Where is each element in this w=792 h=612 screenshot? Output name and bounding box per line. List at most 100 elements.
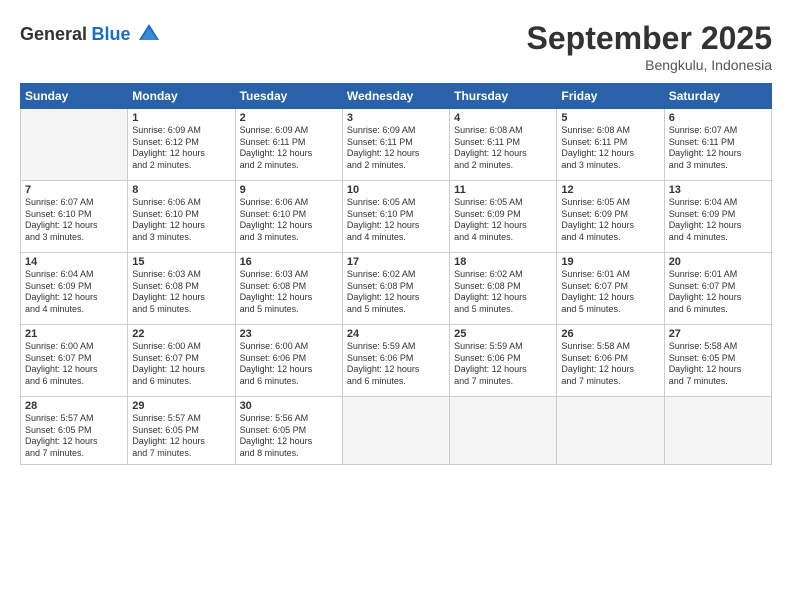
day-info: Sunrise: 6:04 AM Sunset: 6:09 PM Dayligh… (25, 269, 123, 316)
day-info: Sunrise: 6:07 AM Sunset: 6:10 PM Dayligh… (25, 197, 123, 244)
calendar-cell: 20Sunrise: 6:01 AM Sunset: 6:07 PM Dayli… (664, 253, 771, 325)
calendar-cell: 30Sunrise: 5:56 AM Sunset: 6:05 PM Dayli… (235, 397, 342, 465)
day-number: 1 (132, 112, 230, 124)
calendar-cell: 24Sunrise: 5:59 AM Sunset: 6:06 PM Dayli… (342, 325, 449, 397)
day-info: Sunrise: 6:05 AM Sunset: 6:09 PM Dayligh… (454, 197, 552, 244)
calendar-cell: 16Sunrise: 6:03 AM Sunset: 6:08 PM Dayli… (235, 253, 342, 325)
col-thursday: Thursday (450, 84, 557, 109)
calendar-cell: 19Sunrise: 6:01 AM Sunset: 6:07 PM Dayli… (557, 253, 664, 325)
day-info: Sunrise: 6:02 AM Sunset: 6:08 PM Dayligh… (454, 269, 552, 316)
day-number: 18 (454, 256, 552, 268)
day-info: Sunrise: 6:06 AM Sunset: 6:10 PM Dayligh… (132, 197, 230, 244)
day-number: 19 (561, 256, 659, 268)
calendar-cell: 11Sunrise: 6:05 AM Sunset: 6:09 PM Dayli… (450, 181, 557, 253)
week-row-5: 28 Sunrise: 5:57 AM Sunset: 6:05 PM Dayli… (21, 397, 772, 465)
day-info: Sunrise: 6:09 AM Sunset: 6:11 PM Dayligh… (347, 125, 445, 172)
day-info: Sunrise: 6:06 AM Sunset: 6:10 PM Dayligh… (240, 197, 338, 244)
day-number: 23 (240, 328, 338, 340)
day-number: 17 (347, 256, 445, 268)
logo-general: General (20, 24, 87, 44)
calendar-cell (557, 397, 664, 465)
day-number: 4 (454, 112, 552, 124)
calendar-cell: 27Sunrise: 5:58 AM Sunset: 6:05 PM Dayli… (664, 325, 771, 397)
day-number: 10 (347, 184, 445, 196)
calendar-cell: 9Sunrise: 6:06 AM Sunset: 6:10 PM Daylig… (235, 181, 342, 253)
day-number: 3 (347, 112, 445, 124)
day-number: 30 (240, 400, 338, 412)
day-info: Sunrise: 6:01 AM Sunset: 6:07 PM Dayligh… (561, 269, 659, 316)
day-number: 13 (669, 184, 767, 196)
day-number: 12 (561, 184, 659, 196)
week-row-3: 14Sunrise: 6:04 AM Sunset: 6:09 PM Dayli… (21, 253, 772, 325)
calendar-cell: 26Sunrise: 5:58 AM Sunset: 6:06 PM Dayli… (557, 325, 664, 397)
calendar-cell: 13Sunrise: 6:04 AM Sunset: 6:09 PM Dayli… (664, 181, 771, 253)
calendar-cell: 4Sunrise: 6:08 AM Sunset: 6:11 PM Daylig… (450, 109, 557, 181)
col-saturday: Saturday (664, 84, 771, 109)
weekday-header-row: Sunday Monday Tuesday Wednesday Thursday… (21, 84, 772, 109)
day-info: Sunrise: 6:08 AM Sunset: 6:11 PM Dayligh… (561, 125, 659, 172)
logo: General Blue (20, 20, 163, 48)
day-info: Sunrise: 6:09 AM Sunset: 6:11 PM Dayligh… (240, 125, 338, 172)
day-info: Sunrise: 6:04 AM Sunset: 6:09 PM Dayligh… (669, 197, 767, 244)
day-number: 15 (132, 256, 230, 268)
day-info: Sunrise: 5:57 AM Sunset: 6:05 PM Dayligh… (132, 413, 230, 460)
day-number: 25 (454, 328, 552, 340)
day-info: Sunrise: 6:05 AM Sunset: 6:09 PM Dayligh… (561, 197, 659, 244)
day-info: Sunrise: 5:56 AM Sunset: 6:05 PM Dayligh… (240, 413, 338, 460)
calendar-cell (342, 397, 449, 465)
day-number: 20 (669, 256, 767, 268)
calendar-cell: 29Sunrise: 5:57 AM Sunset: 6:05 PM Dayli… (128, 397, 235, 465)
location-subtitle: Bengkulu, Indonesia (527, 57, 772, 73)
logo-icon (135, 20, 163, 48)
day-number: 21 (25, 328, 123, 340)
calendar-cell: 5Sunrise: 6:08 AM Sunset: 6:11 PM Daylig… (557, 109, 664, 181)
day-number: 22 (132, 328, 230, 340)
month-title: September 2025 (527, 20, 772, 57)
calendar-cell: 2Sunrise: 6:09 AM Sunset: 6:11 PM Daylig… (235, 109, 342, 181)
col-sunday: Sunday (21, 84, 128, 109)
day-number: 24 (347, 328, 445, 340)
day-number: 8 (132, 184, 230, 196)
calendar-cell: 14Sunrise: 6:04 AM Sunset: 6:09 PM Dayli… (21, 253, 128, 325)
calendar-cell: 15Sunrise: 6:03 AM Sunset: 6:08 PM Dayli… (128, 253, 235, 325)
day-info: Sunrise: 6:09 AM Sunset: 6:12 PM Dayligh… (132, 125, 230, 172)
week-row-1: 1Sunrise: 6:09 AM Sunset: 6:12 PM Daylig… (21, 109, 772, 181)
col-tuesday: Tuesday (235, 84, 342, 109)
logo-blue: Blue (92, 24, 131, 44)
calendar-cell: 21Sunrise: 6:00 AM Sunset: 6:07 PM Dayli… (21, 325, 128, 397)
calendar-cell: 12Sunrise: 6:05 AM Sunset: 6:09 PM Dayli… (557, 181, 664, 253)
header: General Blue September 2025 Bengkulu, In… (20, 20, 772, 73)
day-info: Sunrise: 6:00 AM Sunset: 6:07 PM Dayligh… (132, 341, 230, 388)
calendar-cell: 22Sunrise: 6:00 AM Sunset: 6:07 PM Dayli… (128, 325, 235, 397)
calendar-cell: 28Sunrise: 5:57 AM Sunset: 6:05 PM Dayli… (21, 397, 128, 465)
day-number: 27 (669, 328, 767, 340)
title-block: September 2025 Bengkulu, Indonesia (527, 20, 772, 73)
day-number: 26 (561, 328, 659, 340)
calendar-cell: 6Sunrise: 6:07 AM Sunset: 6:11 PM Daylig… (664, 109, 771, 181)
day-number: 7 (25, 184, 123, 196)
calendar-cell: 7Sunrise: 6:07 AM Sunset: 6:10 PM Daylig… (21, 181, 128, 253)
day-info: Sunrise: 6:03 AM Sunset: 6:08 PM Dayligh… (132, 269, 230, 316)
day-info: Sunrise: 6:08 AM Sunset: 6:11 PM Dayligh… (454, 125, 552, 172)
day-number: 28 (25, 400, 123, 412)
day-info: Sunrise: 5:59 AM Sunset: 6:06 PM Dayligh… (454, 341, 552, 388)
day-info: Sunrise: 6:03 AM Sunset: 6:08 PM Dayligh… (240, 269, 338, 316)
calendar-cell (664, 397, 771, 465)
calendar-cell: 23Sunrise: 6:00 AM Sunset: 6:06 PM Dayli… (235, 325, 342, 397)
calendar-cell (450, 397, 557, 465)
calendar-cell: 18Sunrise: 6:02 AM Sunset: 6:08 PM Dayli… (450, 253, 557, 325)
calendar-cell: 10Sunrise: 6:05 AM Sunset: 6:10 PM Dayli… (342, 181, 449, 253)
day-info: Sunrise: 5:59 AM Sunset: 6:06 PM Dayligh… (347, 341, 445, 388)
page: General Blue September 2025 Bengkulu, In… (0, 0, 792, 612)
day-info: Sunrise: 5:58 AM Sunset: 6:05 PM Dayligh… (669, 341, 767, 388)
day-info: Sunrise: 6:07 AM Sunset: 6:11 PM Dayligh… (669, 125, 767, 172)
day-number: 6 (669, 112, 767, 124)
day-number: 29 (132, 400, 230, 412)
day-number: 14 (25, 256, 123, 268)
week-row-4: 21 Sunrise: 6:00 AM Sunset: 6:07 PM Dayli… (21, 325, 772, 397)
calendar-cell: 1Sunrise: 6:09 AM Sunset: 6:12 PM Daylig… (128, 109, 235, 181)
day-info: Sunrise: 6:05 AM Sunset: 6:10 PM Dayligh… (347, 197, 445, 244)
day-number: 16 (240, 256, 338, 268)
day-info: Sunrise: 6:00 AM Sunset: 6:06 PM Dayligh… (240, 341, 338, 388)
day-info: Sunrise: 6:01 AM Sunset: 6:07 PM Dayligh… (669, 269, 767, 316)
